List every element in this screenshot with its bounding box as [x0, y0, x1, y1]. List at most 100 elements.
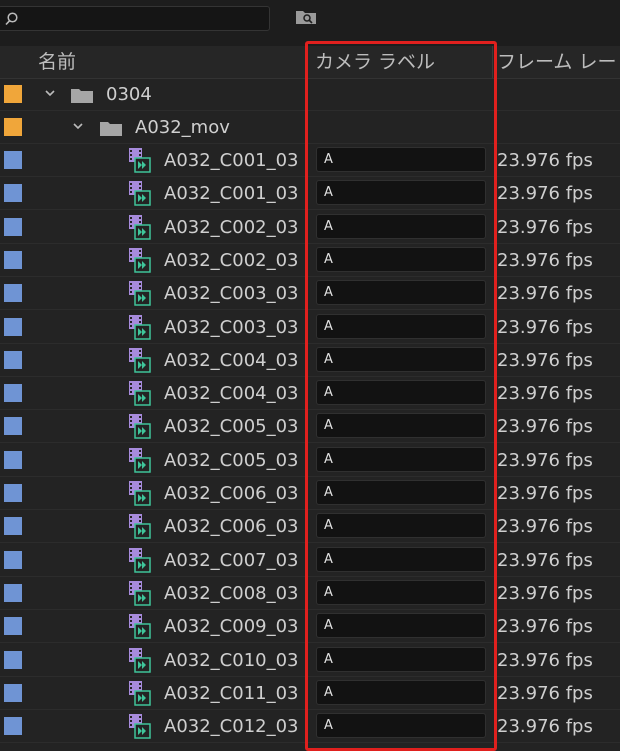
- camera-label-field[interactable]: A: [316, 579, 486, 605]
- video-clip-icon: [129, 314, 151, 344]
- clip-row[interactable]: A032_C009_03 A 23.976 fps: [0, 610, 620, 644]
- label-color-swatch[interactable]: [4, 683, 22, 702]
- video-clip-icon: [129, 281, 151, 310]
- label-color-swatch[interactable]: [4, 217, 22, 236]
- label-color-swatch[interactable]: [4, 417, 22, 436]
- frame-rate-value: 23.976 fps: [497, 549, 593, 571]
- camera-label-field[interactable]: A: [316, 246, 486, 272]
- clip-row[interactable]: A032_C005_03 A 23.976 fps: [0, 444, 620, 477]
- find-bin-icon[interactable]: [295, 9, 317, 25]
- camera-label-field[interactable]: A: [316, 546, 486, 572]
- clip-name: A032_C012_03: [164, 716, 299, 738]
- clip-name: A032_C006_03: [164, 483, 299, 504]
- clip-row[interactable]: A032_C008_03 A 23.976 fps: [0, 577, 620, 610]
- clip-row[interactable]: A032_C007_03 A 23.976 fps: [0, 544, 620, 577]
- camera-label-field[interactable]: A: [316, 280, 486, 306]
- clip-name: A032_C001_03: [164, 183, 299, 205]
- clip-row[interactable]: A032_C004_03 A 23.976 fps: [0, 377, 620, 411]
- chevron-down-icon[interactable]: [44, 87, 56, 99]
- frame-rate-value: 23.976 fps: [497, 316, 593, 338]
- video-clip-icon: [129, 214, 151, 244]
- camera-label-field[interactable]: A: [316, 679, 486, 705]
- clip-row[interactable]: A032_C006_03 A 23.976 fps: [0, 510, 620, 544]
- chevron-down-icon[interactable]: [72, 120, 84, 132]
- frame-rate-value: 23.976 fps: [497, 283, 593, 305]
- label-color-swatch[interactable]: [4, 484, 22, 502]
- clip-name: A032_C008_03: [164, 582, 299, 604]
- video-clip-icon: [129, 580, 151, 610]
- clip-row[interactable]: A032_C012_03 A 23.976 fps: [0, 710, 620, 744]
- column-header-frame-rate[interactable]: フレーム レー: [497, 46, 620, 78]
- camera-label-field[interactable]: A: [316, 613, 486, 639]
- label-color-swatch[interactable]: [4, 350, 22, 369]
- label-color-swatch[interactable]: [4, 384, 22, 403]
- label-color-swatch[interactable]: [4, 650, 22, 669]
- video-clip-icon: [129, 181, 151, 210]
- frame-rate-value: 23.976 fps: [497, 383, 593, 405]
- camera-label-field[interactable]: A: [316, 713, 486, 739]
- camera-label-field[interactable]: A: [316, 313, 486, 339]
- clip-row[interactable]: A032_C006_03 A 23.976 fps: [0, 477, 620, 510]
- clip-row[interactable]: A032_C003_03 A 23.976 fps: [0, 277, 620, 311]
- camera-label-field[interactable]: A: [316, 646, 486, 672]
- clip-row[interactable]: A032_C010_03 A 23.976 fps: [0, 644, 620, 677]
- camera-label-field[interactable]: A: [316, 147, 486, 172]
- bin-row-a032-mov[interactable]: A032_mov: [0, 111, 620, 144]
- clip-row[interactable]: A032_C002_03 A 23.976 fps: [0, 211, 620, 244]
- video-clip-icon: [129, 514, 151, 543]
- folder-icon: [100, 122, 122, 136]
- clip-row[interactable]: A032_C004_03 A 23.976 fps: [0, 344, 620, 377]
- clip-name: A032_C003_03: [164, 316, 299, 338]
- camera-label-field[interactable]: A: [316, 380, 486, 406]
- clip-row[interactable]: A032_C003_03 A 23.976 fps: [0, 311, 620, 344]
- frame-rate-value: 23.976 fps: [497, 183, 593, 205]
- clip-row[interactable]: A032_C002_03 A 23.976 fps: [0, 244, 620, 277]
- label-color-swatch[interactable]: [4, 250, 22, 269]
- frame-rate-value: 23.976 fps: [497, 150, 593, 171]
- camera-label-field[interactable]: A: [316, 346, 486, 372]
- video-clip-icon: [129, 347, 151, 377]
- column-header-camera-label[interactable]: カメラ ラベル: [315, 46, 491, 78]
- clip-row[interactable]: A032_C001_03 A 23.976 fps: [0, 144, 620, 177]
- camera-label-field[interactable]: A: [316, 480, 486, 505]
- column-header-name[interactable]: 名前: [38, 46, 298, 78]
- camera-label-field[interactable]: A: [316, 180, 486, 206]
- label-color-swatch[interactable]: [4, 118, 22, 136]
- camera-label-field[interactable]: A: [316, 213, 486, 239]
- video-clip-icon: [129, 614, 151, 643]
- label-color-swatch[interactable]: [4, 550, 22, 569]
- toolbar: [0, 0, 620, 46]
- clip-name: A032_C004_03: [164, 383, 299, 405]
- label-color-swatch[interactable]: [4, 617, 22, 636]
- label-color-swatch[interactable]: [4, 717, 22, 736]
- clip-name: A032_C001_03: [164, 150, 299, 171]
- frame-rate-value: 23.976 fps: [497, 416, 593, 438]
- camera-label-field[interactable]: A: [316, 513, 486, 539]
- label-color-swatch[interactable]: [4, 517, 22, 536]
- search-input[interactable]: [23, 9, 257, 30]
- label-color-swatch[interactable]: [4, 583, 22, 602]
- video-clip-icon: [129, 481, 151, 510]
- label-color-swatch[interactable]: [4, 85, 22, 103]
- frame-rate-value: 23.976 fps: [497, 649, 593, 671]
- label-color-swatch[interactable]: [4, 184, 22, 203]
- column-divider[interactable]: [305, 46, 306, 78]
- clip-row[interactable]: A032_C005_03 A 23.976 fps: [0, 410, 620, 444]
- camera-label-field[interactable]: A: [316, 413, 486, 439]
- column-divider[interactable]: [492, 46, 493, 78]
- folder-icon: [71, 89, 93, 103]
- label-color-swatch[interactable]: [4, 151, 22, 169]
- bin-name: A032_mov: [135, 117, 230, 138]
- search-box[interactable]: [0, 6, 270, 31]
- label-color-swatch[interactable]: [4, 317, 22, 336]
- clip-name: A032_C009_03: [164, 616, 299, 638]
- clip-row[interactable]: A032_C001_03 A 23.976 fps: [0, 177, 620, 211]
- label-color-swatch[interactable]: [4, 450, 22, 469]
- frame-rate-value: 23.976 fps: [497, 682, 593, 704]
- video-clip-icon: [129, 680, 151, 710]
- bin-row-0304[interactable]: 0304: [0, 78, 620, 111]
- camera-label-field[interactable]: A: [316, 446, 486, 472]
- clip-row[interactable]: A032_C011_03 A 23.976 fps: [0, 677, 620, 710]
- video-clip-icon: [129, 447, 151, 477]
- label-color-swatch[interactable]: [4, 284, 22, 303]
